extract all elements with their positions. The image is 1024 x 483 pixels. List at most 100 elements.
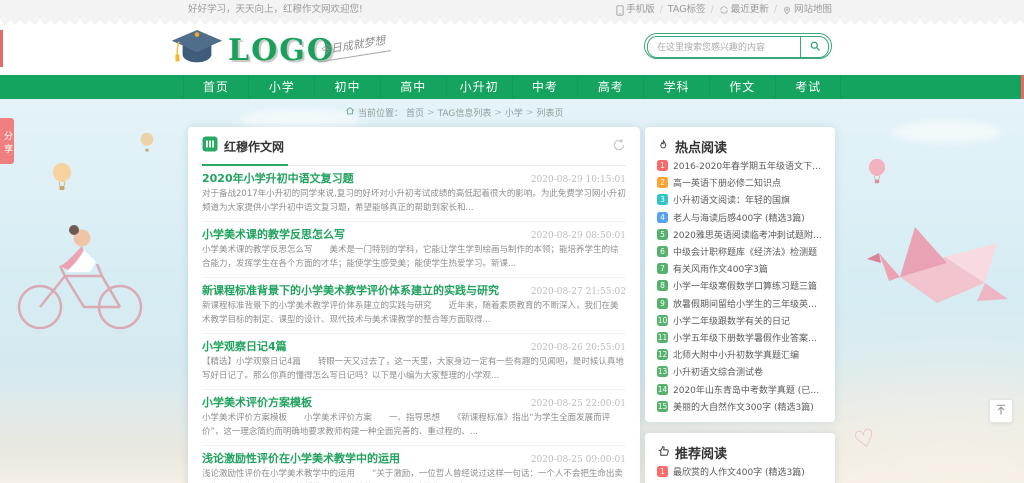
breadcrumb-link-2[interactable]: TAG信息列表 [438,106,492,119]
article-item: 新课程标准背景下的小学美术教学评价体系建立的实践与研究 2020-08-27 21… [202,278,626,334]
nav-item-1[interactable]: 首页 [183,75,250,99]
topbar-link-2[interactable]: TAG标签 [668,0,706,20]
article-excerpt: 对于备战2017年小升初的同学来说,复习的好坏对小升初考试成绩的高低起着很大的影… [202,188,626,215]
hot-reading-item-12[interactable]: 12北师大附中小升初数学真题汇编 [657,346,823,363]
back-to-top-button[interactable] [989,399,1013,423]
hot-reading-item-label: 北师大附中小升初数学真题汇编 [673,348,799,361]
nav-item-4[interactable]: 高中 [381,75,447,99]
rank-badge: 11 [657,332,668,343]
hot-reading-item-11[interactable]: 11 小学五年级下册数学暑假作业答案【20-61 [657,329,823,346]
topbar-links: 手机版/TAG标签/最近更新/网站地图 [616,0,832,20]
recommend-reading-card: 推荐阅读 1最欣赏的人作文400字 (精选3篇)2关于感恩的中考满分作文600字 [645,433,835,483]
article-excerpt: 浅论激励性评价在小学美术教学中的运用 “关于激励，一位哲人曾经说过这样一句话：一… [202,468,626,483]
hot-reading-item-label: 有关风雨作文400字3篇 [673,262,768,275]
article-header: 小学观察日记4篇 2020-08-26 20:55:01 [202,340,626,354]
article-title-link[interactable]: 2020年小学升初中语文复习题 [202,172,523,186]
article-excerpt: 新课程标准背景下的小学美术教学评价体系建立的实践与研究 近年来，随着素质教育的不… [202,300,626,327]
rank-badge: 14 [657,384,668,395]
hot-reading-card: 热点阅读 12016-2020年春学期五年级语文下期末模拟2高一英语下册必修二知… [645,127,835,422]
share-tab[interactable]: 分享 [0,118,14,164]
breadcrumb-separator: > [494,108,502,118]
hot-reading-item-label: 小升初语文综合测试卷 [673,365,763,378]
title-underline [202,164,288,166]
article-list-card: 红穆作文网 2020年小学升初中语文复习题 2020-08-29 10:15:01… [188,127,640,483]
breadcrumb-link-3[interactable]: 小学 [505,106,523,119]
hot-reading-item-4[interactable]: 4老人与海读后感400字 (精选3篇) [657,209,823,226]
article-excerpt: 小学美术课的教学反思怎么写 美术是一门特别的学科，它能让学生学到绘画与制作的本领… [202,244,626,271]
article-title-link[interactable]: 小学美术评价方案模板 [202,396,523,410]
hot-reading-item-8[interactable]: 8小学一年级寒假数学口算练习题三篇 [657,277,823,294]
article-date: 2020-08-27 21:55:02 [531,287,626,297]
topbar-link-3[interactable]: 最近更新 [719,0,769,20]
nav-item-3[interactable]: 初中 [315,75,381,99]
page: 好好学习，天天向上，红穆作文网欢迎您! 手机版/TAG标签/最近更新/网站地图 … [0,0,1024,483]
hot-reading-item-1[interactable]: 12016-2020年春学期五年级语文下期末模拟 [657,157,823,174]
hot-reading-item-15[interactable]: 15 美丽的大自然作文300字 (精选3篇) [657,398,823,415]
hot-reading-item-label: 中级会计职称题库《经济法》检测题 [673,245,817,258]
article-date: 2020-08-29 10:15:01 [531,175,626,185]
hot-reading-item-7[interactable]: 7有关风雨作文400字3篇 [657,260,823,277]
rank-badge: 1 [657,466,668,477]
nav-item-6[interactable]: 中考 [513,75,579,99]
topbar-link-1[interactable]: 手机版 [616,0,655,20]
hot-reading-item-5[interactable]: 52020雅思英语阅读临考冲刺试题附答案 [657,226,823,243]
breadcrumb-link-1[interactable]: 首页 [406,106,424,119]
article-header: 新课程标准背景下的小学美术教学评价体系建立的实践与研究 2020-08-27 21… [202,284,626,298]
recommend-reading-item-1[interactable]: 1 最欣赏的人作文400字 (精选3篇) [657,463,823,480]
article-date: 2020-08-25 09:00:01 [531,455,626,465]
rank-badge: 8 [657,280,668,291]
breadcrumb-current: 列表页 [536,106,563,119]
hot-reading-item-2[interactable]: 2高一英语下册必修二知识点 [657,174,823,191]
hot-reading-item-label: 小升初语文阅读：年轻的国旗 [673,193,790,206]
main-nav: 首页小学初中高中小升初中考高考学科作文考试 [0,75,1024,99]
topbar-link-4[interactable]: 网站地图 [782,0,832,20]
hot-reading-item-label: 美丽的大自然作文300字 (精选3篇) [673,400,814,413]
article-header: 2020年小学升初中语文复习题 2020-08-29 10:15:01 [202,172,626,186]
article-title-link[interactable]: 浅论激励性评价在小学美术教学中的运用 [202,452,523,466]
hot-reading-item-6[interactable]: 6中级会计职称题库《经济法》检测题 [657,243,823,260]
nav-item-8[interactable]: 学科 [644,75,710,99]
breadcrumb: 当前位置：首页>TAG信息列表>小学>列表页 [345,106,563,119]
hot-air-balloon-illustration [868,158,886,189]
hot-reading-list: 12016-2020年春学期五年级语文下期末模拟2高一英语下册必修二知识点3小升… [657,157,823,415]
nav-item-7[interactable]: 高考 [578,75,644,99]
article-item: 浅论激励性评价在小学美术教学中的运用 2020-08-25 09:00:01 浅论激… [202,446,626,483]
hot-reading-item-9[interactable]: 9放暑假期间留给小学生的三年级英语作文范文 [657,295,823,312]
rank-badge: 15 [657,401,668,412]
graduation-cap-icon [170,26,224,74]
flame-icon [657,137,670,156]
article-excerpt: 小学美术评价方案模板 小学美术评价方案 一、指导思想 《新课程标准》指出“为学生… [202,412,626,439]
refresh-icon [612,138,626,155]
article-title-link[interactable]: 新课程标准背景下的小学美术教学评价体系建立的实践与研究 [202,284,523,298]
hot-reading-item-3[interactable]: 3小升初语文阅读：年轻的国旗 [657,191,823,208]
article-title-link[interactable]: 小学美术课的教学反思怎么写 [202,228,523,242]
topbar-link-label: 手机版 [626,0,655,20]
hot-reading-item-label: 小学五年级下册数学暑假作业答案【20-61 [673,331,823,344]
recommend-reading-header: 推荐阅读 [657,441,823,463]
article-list: 2020年小学升初中语文复习题 2020-08-29 10:15:01 对于备战20… [202,166,626,483]
hot-reading-item-label: 2020雅思英语阅读临考冲刺试题附答案 [673,228,823,241]
hot-reading-item-14[interactable]: 142020年山东青岛中考数学真题 (已公布) [657,380,823,397]
search-input[interactable] [648,37,800,57]
recommend-reading-list: 1最欣赏的人作文400字 (精选3篇)2关于感恩的中考满分作文600字 [657,463,823,483]
topbar-separator: / [660,0,663,20]
nav-item-9[interactable]: 作文 [710,75,776,99]
breadcrumb-separator: > [427,108,435,118]
article-list-header: 红穆作文网 [202,127,626,166]
nav-item-10[interactable]: 考试 [776,75,842,99]
search-button[interactable] [800,37,828,57]
hot-reading-item-10[interactable]: 10小学二年级跟数学有关的日记 [657,312,823,329]
recommend-reading-item-label: 最欣赏的人作文400字 (精选3篇) [673,465,805,478]
edge-accent-left [0,30,3,67]
refresh-button[interactable] [612,138,626,155]
hot-reading-item-13[interactable]: 13小升初语文综合测试卷 [657,363,823,380]
rank-badge: 10 [657,315,668,326]
article-title-link[interactable]: 小学观察日记4篇 [202,340,523,354]
nav-item-2[interactable]: 小学 [249,75,315,99]
article-date: 2020-08-26 20:55:01 [531,343,626,353]
search-box [644,33,832,59]
nav-item-5[interactable]: 小升初 [447,75,513,99]
hot-air-balloon-illustration [52,162,72,196]
logo[interactable]: LOGO [170,26,335,74]
rank-badge: 4 [657,212,668,223]
